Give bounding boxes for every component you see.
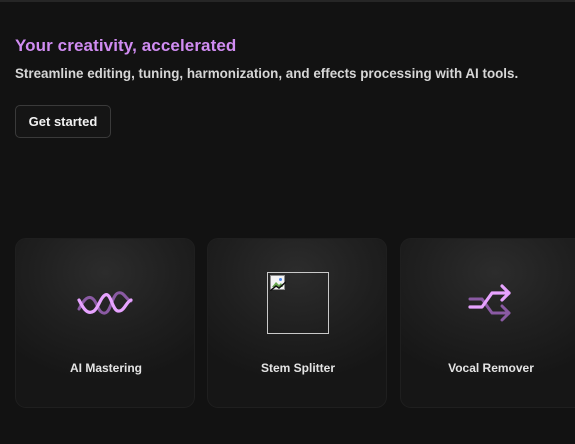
tool-card-stem-splitter[interactable]: Stem Splitter — [207, 238, 387, 408]
stem-splitter-image — [267, 272, 329, 334]
tool-card-label: Stem Splitter — [260, 361, 335, 375]
get-started-button[interactable]: Get started — [15, 105, 111, 138]
page: Your creativity, accelerated Streamline … — [0, 0, 575, 444]
tool-card-ai-mastering[interactable]: AI Mastering — [15, 238, 195, 408]
hero-subline: Streamline editing, tuning, harmonizatio… — [15, 66, 519, 81]
swap-arrows-icon — [468, 284, 511, 322]
tool-card-label: Vocal Remover — [448, 361, 534, 375]
tool-card-vocal-remover[interactable]: Vocal Remover — [400, 238, 575, 408]
waveform-icon — [77, 291, 133, 315]
top-divider — [0, 0, 575, 2]
tool-card-label: AI Mastering — [69, 361, 142, 375]
hero-headline: Your creativity, accelerated — [15, 36, 237, 55]
broken-image-icon — [270, 275, 286, 291]
